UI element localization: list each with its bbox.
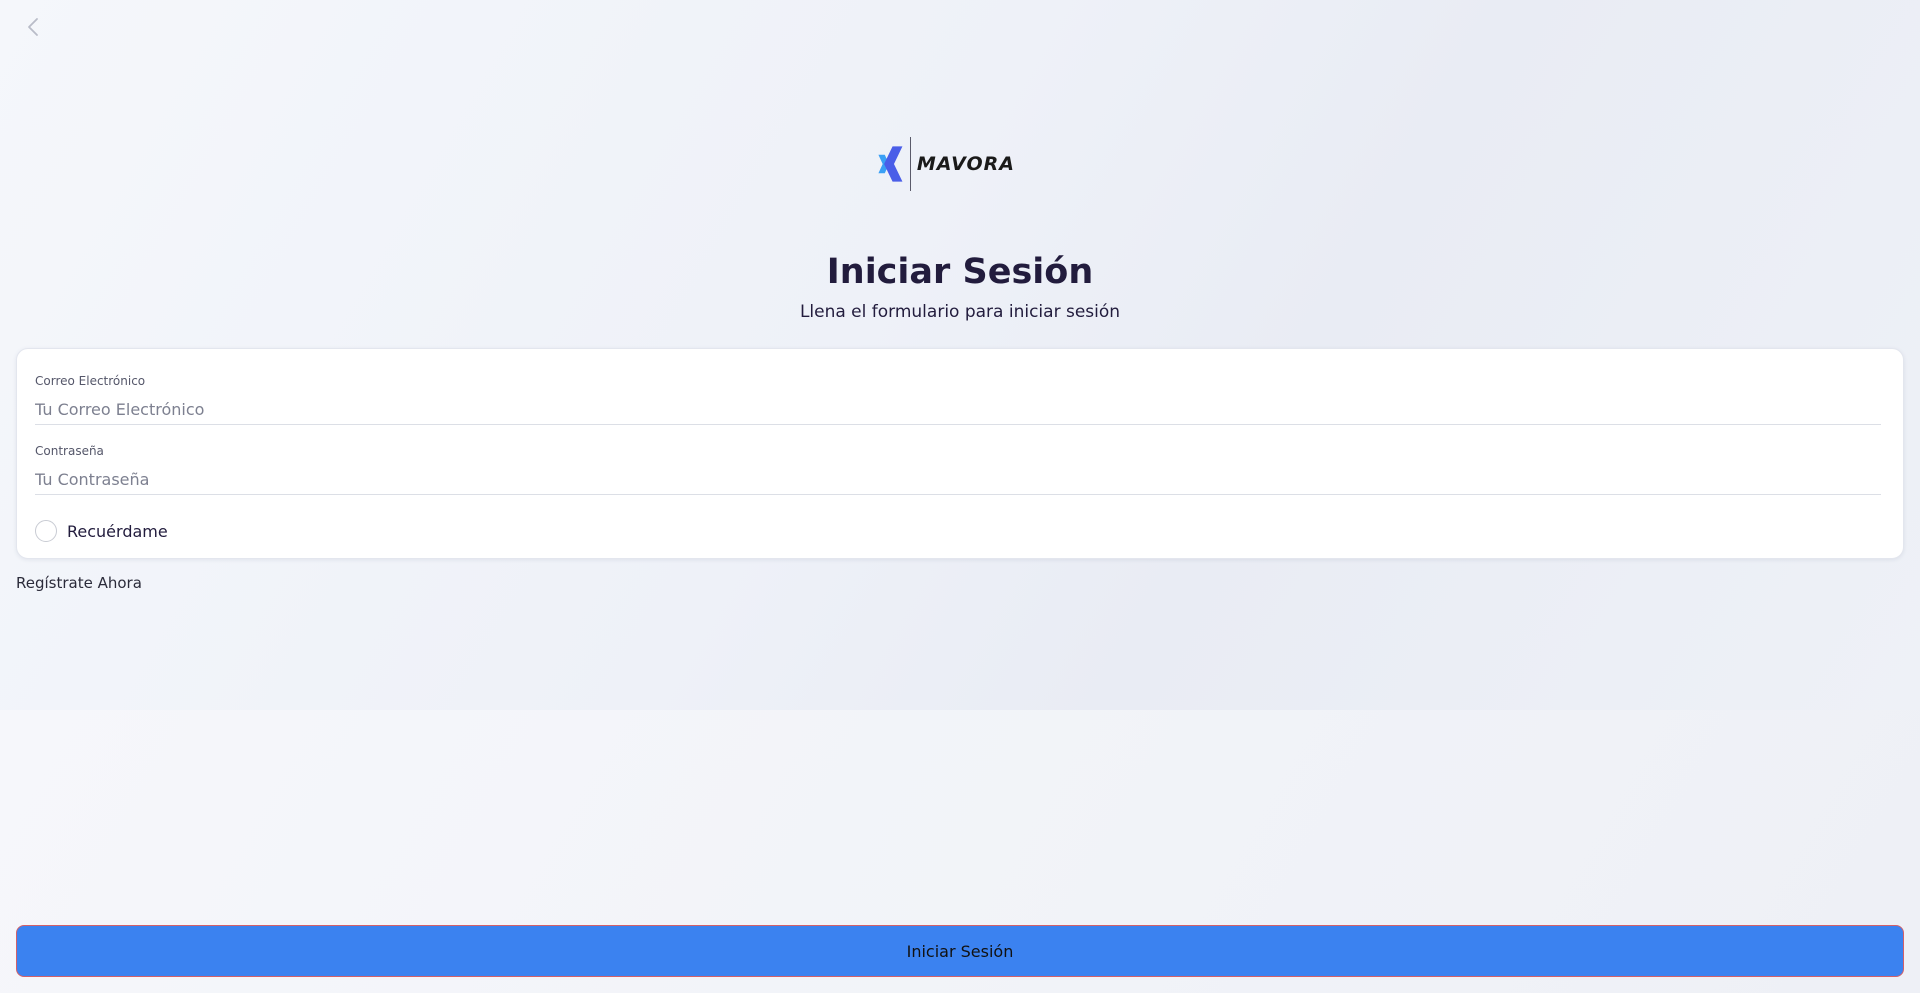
- remember-me-toggle[interactable]: Recuérdame: [35, 520, 168, 542]
- logo-divider: [910, 137, 911, 191]
- password-label: Contraseña: [35, 444, 104, 458]
- chevron-left-icon: [28, 18, 38, 36]
- remember-me-label: Recuérdame: [67, 521, 168, 541]
- brand-logo: MAVORA: [877, 136, 1015, 192]
- email-field[interactable]: [35, 395, 1881, 425]
- password-field[interactable]: [35, 465, 1881, 495]
- login-button[interactable]: Iniciar Sesión: [16, 925, 1904, 977]
- back-button[interactable]: [20, 14, 46, 40]
- register-link[interactable]: Regístrate Ahora: [16, 574, 142, 592]
- page-title: Iniciar Sesión: [826, 252, 1094, 292]
- mavora-logo-icon: [878, 146, 903, 182]
- email-label: Correo Electrónico: [35, 374, 146, 388]
- page-subtitle: Llena el formulario para iniciar sesión: [799, 302, 1121, 322]
- remember-me-checkbox[interactable]: [35, 520, 57, 542]
- logo-text: MAVORA: [916, 153, 1015, 175]
- login-form: Correo Electrónico Contraseña Recuérdame: [16, 348, 1904, 559]
